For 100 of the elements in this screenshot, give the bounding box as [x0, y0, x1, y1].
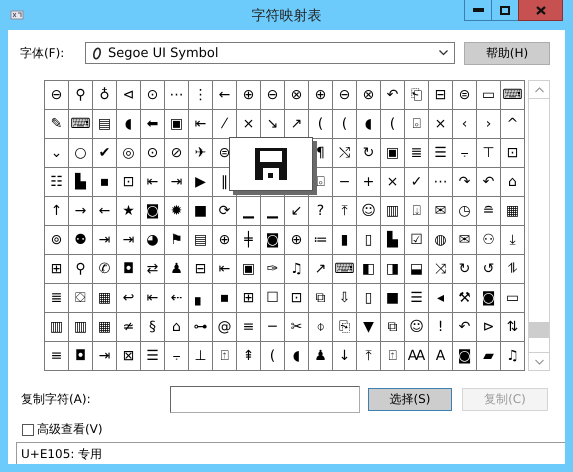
glyph-cell[interactable]: ○ — [69, 139, 92, 167]
glyph-cell[interactable]: ◕ — [141, 226, 164, 254]
glyph-cell[interactable]: ⊙ — [141, 81, 164, 109]
glyph-cell[interactable]: ↻ — [357, 139, 380, 167]
glyph-cell[interactable]: ⬓ — [405, 255, 428, 283]
glyph-cell[interactable]: ⊟ — [189, 255, 212, 283]
glyph-cell[interactable]: ⊕ — [237, 81, 260, 109]
glyph-cell[interactable]: ⛋ — [69, 284, 92, 312]
glyph-cell[interactable]: ⌄ — [45, 139, 68, 167]
glyph-cell[interactable]: ☷ — [45, 168, 68, 196]
glyph-cell[interactable]: ? — [309, 197, 332, 225]
glyph-cell[interactable]: ⌽ — [309, 313, 332, 341]
glyph-cell[interactable]: ⌨ — [69, 110, 92, 138]
glyph-cell[interactable]: ⎘ — [333, 313, 356, 341]
glyph-cell[interactable]: ⇥ — [165, 168, 188, 196]
glyph-cell[interactable]: ( — [261, 342, 284, 370]
glyph-cell[interactable]: ⊞ — [237, 284, 260, 312]
glyph-cell[interactable]: ▖ — [189, 284, 212, 312]
glyph-cell[interactable]: ◍ — [429, 226, 452, 254]
glyph-cell[interactable]: ⇤ — [141, 284, 164, 312]
glyph-cell[interactable]: ⇥ — [93, 226, 116, 254]
glyph-cell[interactable]: ▯ — [357, 226, 380, 254]
glyph-cell[interactable]: ▼ — [357, 313, 380, 341]
glyph-cell[interactable]: ▥ — [45, 313, 68, 341]
glyph-cell[interactable]: ⇅ — [501, 313, 524, 341]
glyph-cell[interactable]: ⇩ — [333, 284, 356, 312]
glyph-cell[interactable]: ≡ — [45, 342, 68, 370]
glyph-cell[interactable]: ▭ — [501, 284, 524, 312]
glyph-cell[interactable]: ↺ — [477, 255, 500, 283]
glyph-cell[interactable]: ◙ — [453, 342, 476, 370]
close-button[interactable] — [518, 0, 563, 21]
glyph-cell[interactable]: ⎗ — [405, 81, 428, 109]
glyph-cell[interactable]: ⚑ — [165, 226, 188, 254]
glyph-cell[interactable]: ▪ — [213, 284, 236, 312]
glyph-cell[interactable]: ◷ — [453, 197, 476, 225]
glyph-cell[interactable]: ⌻ — [405, 110, 428, 138]
glyph-cell[interactable]: ⨪ — [165, 342, 188, 370]
glyph-cell[interactable]: ◘ — [69, 342, 92, 370]
glyph-cell[interactable]: ◂ — [429, 284, 452, 312]
glyph-cell[interactable]: ↗ — [285, 110, 308, 138]
glyph-cell[interactable]: ■ — [381, 284, 404, 312]
glyph-cell[interactable]: ↓ — [333, 342, 356, 370]
glyph-cell[interactable]: ⤒ — [357, 342, 380, 370]
glyph-cell[interactable]: ⧉ — [309, 284, 332, 312]
glyph-cell[interactable]: ⌨ — [501, 81, 524, 109]
glyph-cell[interactable]: ✂ — [285, 313, 308, 341]
glyph-cell[interactable]: ⊡ — [117, 168, 140, 196]
glyph-cell[interactable]: ⤨ — [429, 255, 452, 283]
glyph-cell[interactable]: ⌨ — [333, 255, 356, 283]
glyph-cell[interactable]: ✎ — [45, 110, 68, 138]
glyph-cell[interactable]: ⇄ — [141, 255, 164, 283]
glyph-cell[interactable]: ☰ — [405, 284, 428, 312]
glyph-cell[interactable]: ▁ — [261, 197, 284, 225]
glyph-cell[interactable]: @ — [213, 313, 236, 341]
glyph-cell[interactable]: ⤭ — [333, 139, 356, 167]
glyph-cell[interactable]: ↑ — [45, 197, 68, 225]
glyph-cell[interactable]: ▣ — [237, 255, 260, 283]
glyph-cell[interactable]: ⊟ — [429, 81, 452, 109]
glyph-cell[interactable]: ◖ — [285, 342, 308, 370]
glyph-cell[interactable]: ▦ — [501, 197, 524, 225]
glyph-cell[interactable]: ⚲ — [69, 81, 92, 109]
glyph-cell[interactable]: ▦ — [93, 284, 116, 312]
font-dropdown[interactable]: Segoe UI Symbol — [85, 42, 455, 64]
glyph-cell[interactable]: ♫ — [501, 342, 524, 370]
glyph-cell[interactable]: ⨪ — [453, 139, 476, 167]
glyph-cell[interactable]: ⊖ — [45, 81, 68, 109]
glyph-cell[interactable]: ⇤ — [213, 255, 236, 283]
glyph-cell[interactable]: ☰ — [429, 139, 452, 167]
glyph-cell[interactable]: ‹ — [453, 110, 476, 138]
glyph-cell[interactable]: ▦ — [93, 313, 116, 341]
glyph-cell[interactable]: ▤ — [189, 226, 212, 254]
glyph-cell[interactable]: ⍐ — [213, 342, 236, 370]
glyph-cell[interactable]: ⇤ — [189, 110, 212, 138]
glyph-cell[interactable]: ✓ — [405, 168, 428, 196]
glyph-cell[interactable]: ▪ — [93, 168, 116, 196]
glyph-cell[interactable]: ☐ — [261, 284, 284, 312]
glyph-cell[interactable]: › — [477, 110, 500, 138]
glyph-cell[interactable]: ⊖ — [333, 81, 356, 109]
glyph-cell[interactable]: ⇞ — [237, 342, 260, 370]
glyph-cell[interactable]: ⊘ — [165, 139, 188, 167]
glyph-cell[interactable]: A — [429, 342, 452, 370]
glyph-cell[interactable]: ▭ — [477, 81, 500, 109]
glyph-cell[interactable]: ⤒ — [333, 197, 356, 225]
glyph-cell[interactable]: ⊕ — [213, 226, 236, 254]
glyph-cell[interactable]: ≣ — [405, 139, 428, 167]
glyph-cell[interactable]: ■ — [189, 197, 212, 225]
glyph-cell[interactable]: ◖ — [117, 110, 140, 138]
glyph-cell[interactable]: § — [141, 313, 164, 341]
glyph-cell[interactable]: ⇠ — [165, 284, 188, 312]
glyph-cell[interactable]: ⋯ — [165, 81, 188, 109]
glyph-cell[interactable]: ≡ — [237, 313, 260, 341]
glyph-cell[interactable]: ⚲ — [69, 255, 92, 283]
glyph-cell[interactable]: ▣ — [381, 139, 404, 167]
glyph-cell[interactable]: ↷ — [453, 168, 476, 196]
glyph-cell[interactable]: ↶ — [453, 313, 476, 341]
glyph-cell[interactable]: ▥ — [381, 197, 404, 225]
glyph-cell[interactable]: ⌂ — [165, 313, 188, 341]
glyph-cell[interactable]: ⋮ — [189, 81, 212, 109]
glyph-cell[interactable]: ☺ — [405, 313, 428, 341]
glyph-cell[interactable]: ✉ — [429, 197, 452, 225]
